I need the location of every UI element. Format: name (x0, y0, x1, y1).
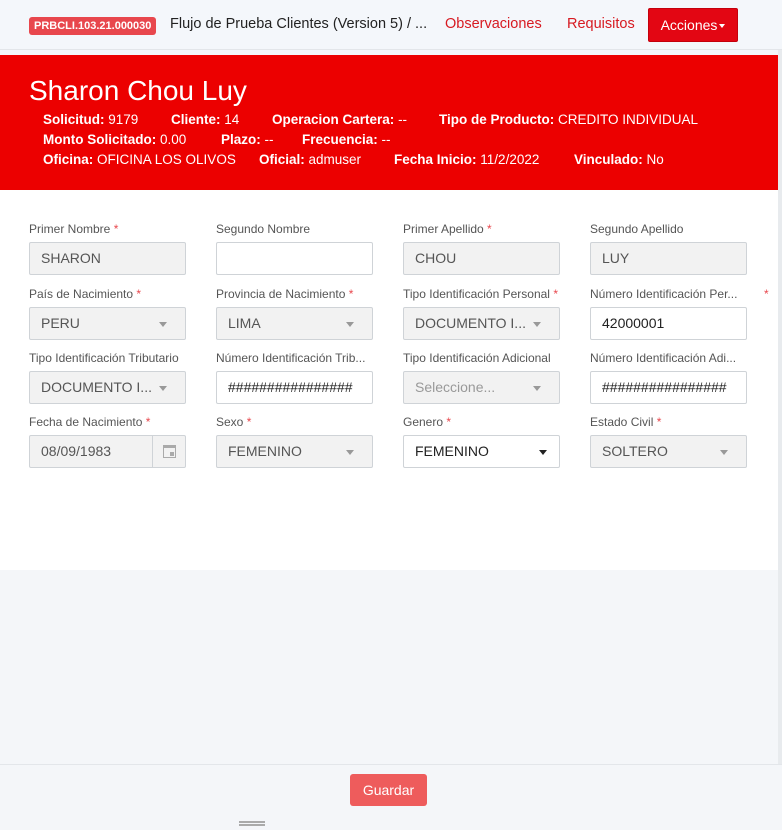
footer-bar: Guardar (0, 764, 782, 830)
requisitos-link[interactable]: Requisitos (567, 16, 635, 32)
info-label: Frecuencia: (302, 132, 378, 147)
tipo-id-adicional-label: Tipo Identificación Adicional (403, 351, 551, 365)
estado-civil-label: Estado Civil * (590, 415, 662, 429)
caret-down-icon (719, 24, 726, 29)
segundo-nombre-label: Segundo Nombre (216, 222, 311, 236)
info-value: -- (264, 132, 274, 147)
tipo-id-tributario-label: Tipo Identificación Tributario (29, 351, 179, 365)
info-label: Monto Solicitado: (43, 132, 157, 147)
info-value: -- (398, 112, 408, 127)
info-label: Vinculado: (574, 152, 643, 167)
provincia-nacimiento-select[interactable]: LIMA (216, 307, 373, 340)
info-solicitud: Solicitud: 9179 (43, 112, 138, 127)
numero-id-adicional-label: Número Identificación Adi... (590, 351, 737, 365)
info-fecha-inicio: Fecha Inicio: 11/2/2022 (394, 152, 539, 167)
chevron-down-icon (346, 450, 354, 455)
client-header: Sharon Chou Luy Solicitud: 9179 Cliente:… (0, 55, 778, 190)
client-form: Primer Nombre * SHARON Segundo Nombre Pr… (0, 190, 778, 570)
info-cliente: Cliente: 14 (171, 112, 239, 127)
chevron-down-icon (159, 386, 167, 391)
top-bar: PRBCLI.103.21.000030 Flujo de Prueba Cli… (0, 0, 782, 50)
primer-apellido-input[interactable]: CHOU (403, 242, 560, 275)
date-picker-button[interactable] (152, 436, 185, 467)
tipo-id-personal-select[interactable]: DOCUMENTO I... (403, 307, 560, 340)
numero-id-tributario-input[interactable]: ################ (216, 371, 373, 404)
chevron-down-icon (533, 386, 541, 391)
scrollbar-track[interactable] (778, 50, 782, 764)
segundo-apellido-input[interactable]: LUY (590, 242, 747, 275)
acciones-button[interactable]: Acciones (648, 8, 738, 42)
primer-apellido-label: Primer Apellido * (403, 222, 492, 236)
pais-nacimiento-select[interactable]: PERU (29, 307, 186, 340)
info-vinculado: Vinculado: No (574, 152, 664, 167)
primer-nombre-input[interactable]: SHARON (29, 242, 186, 275)
info-value: -- (381, 132, 391, 147)
info-frecuencia: Frecuencia: -- (302, 132, 391, 147)
info-label: Cliente: (171, 112, 221, 127)
chevron-down-icon (159, 322, 167, 327)
info-label: Operacion Cartera: (272, 112, 395, 127)
info-value: OFICINA LOS OLIVOS (97, 152, 236, 167)
info-value: 11/2/2022 (480, 152, 540, 167)
provincia-nacimiento-label: Provincia de Nacimiento * (216, 287, 354, 301)
acciones-label: Acciones (660, 17, 718, 33)
genero-label: Genero * (403, 415, 452, 429)
sexo-select[interactable]: FEMENINO (216, 435, 373, 468)
tipo-id-adicional-select[interactable]: Seleccione... (403, 371, 560, 404)
numero-id-tributario-label: Número Identificación Trib... (216, 351, 366, 365)
observaciones-link[interactable]: Observaciones (445, 16, 542, 32)
fecha-nacimiento-input[interactable]: 08/09/1983 (29, 435, 186, 468)
drag-handle-icon[interactable] (239, 821, 265, 826)
flow-title: Flujo de Prueba Clientes (Version 5) / .… (170, 16, 428, 32)
info-oficial: Oficial: admuser (259, 152, 361, 167)
info-label: Tipo de Producto: (439, 112, 555, 127)
numero-id-adicional-input[interactable]: ################ (590, 371, 747, 404)
chevron-down-icon (720, 450, 728, 455)
primer-nombre-label: Primer Nombre * (29, 222, 119, 236)
client-name: Sharon Chou Luy (29, 75, 247, 106)
tipo-id-tributario-select[interactable]: DOCUMENTO I... (29, 371, 186, 404)
info-value: 14 (224, 112, 240, 127)
info-value: CREDITO INDIVIDUAL (558, 112, 699, 127)
numero-id-personal-required: * (764, 287, 769, 301)
genero-select[interactable]: FEMENINO (403, 435, 560, 468)
chevron-down-icon (539, 450, 547, 455)
info-oficina: Oficina: OFICINA LOS OLIVOS (43, 152, 236, 167)
numero-id-personal-label: Número Identificación Per... (590, 287, 738, 301)
info-label: Oficial: (259, 152, 305, 167)
info-operacion-cartera: Operacion Cartera: -- (272, 112, 407, 127)
info-value: 9179 (108, 112, 139, 127)
fecha-nacimiento-label: Fecha de Nacimiento * (29, 415, 151, 429)
pais-nacimiento-label: País de Nacimiento * (29, 287, 142, 301)
info-label: Oficina: (43, 152, 94, 167)
tipo-id-personal-label: Tipo Identificación Personal * (403, 287, 558, 301)
calendar-icon (163, 445, 176, 458)
chevron-down-icon (346, 322, 354, 327)
numero-id-personal-input[interactable]: 42000001 (590, 307, 747, 340)
info-value: admuser (308, 152, 362, 167)
info-value: No (646, 152, 664, 167)
sexo-label: Sexo * (216, 415, 252, 429)
info-label: Solicitud: (43, 112, 105, 127)
info-label: Fecha Inicio: (394, 152, 477, 167)
segundo-apellido-label: Segundo Apellido (590, 222, 684, 236)
estado-civil-select[interactable]: SOLTERO (590, 435, 747, 468)
info-monto-solicitado: Monto Solicitado: 0.00 (43, 132, 186, 147)
info-tipo-producto: Tipo de Producto: CREDITO INDIVIDUAL (439, 112, 698, 127)
info-plazo: Plazo: -- (221, 132, 274, 147)
chevron-down-icon (533, 322, 541, 327)
info-label: Plazo: (221, 132, 261, 147)
segundo-nombre-input[interactable] (216, 242, 373, 275)
info-value: 0.00 (160, 132, 187, 147)
guardar-button[interactable]: Guardar (350, 774, 427, 806)
request-code-badge: PRBCLI.103.21.000030 (29, 17, 157, 35)
